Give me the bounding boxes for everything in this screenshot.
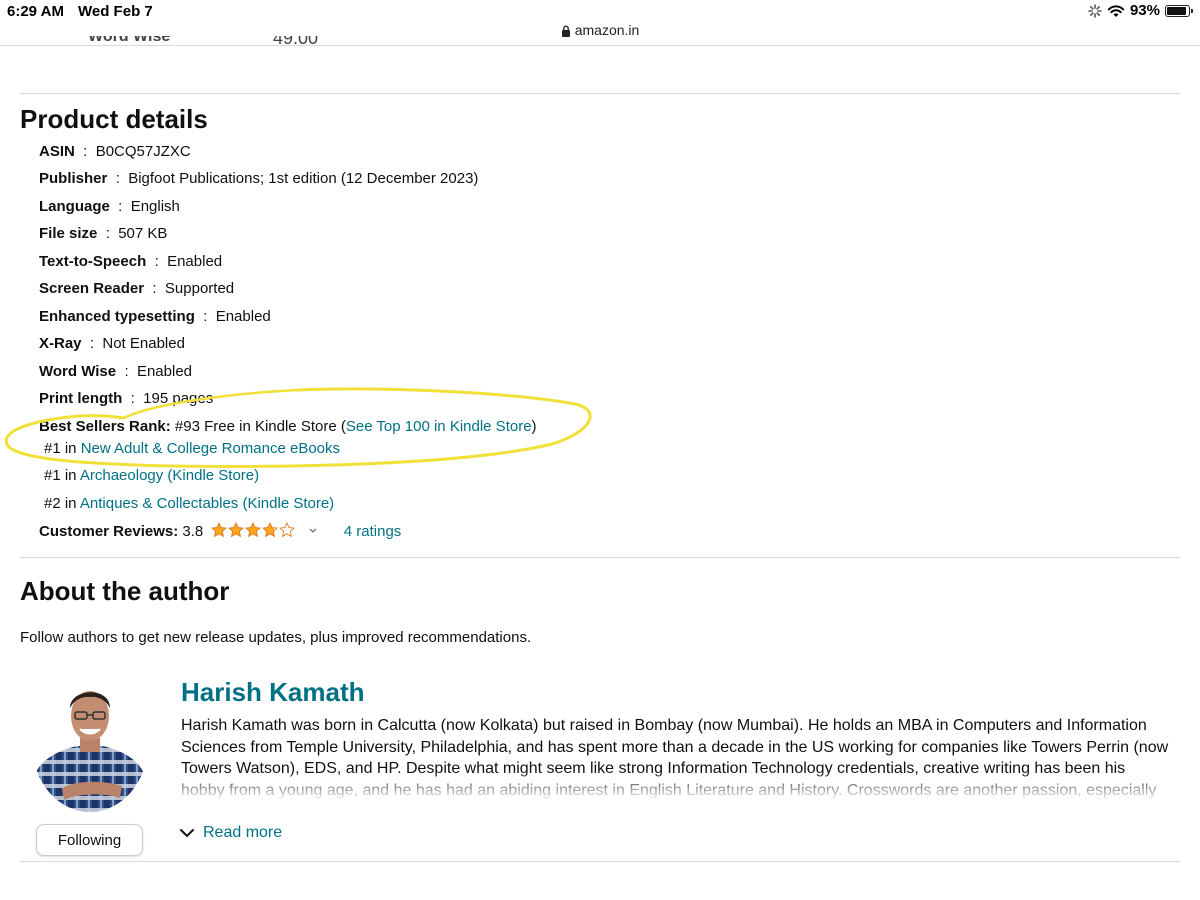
star-icon xyxy=(262,522,279,538)
customer-reviews-row: Customer Reviews: 3.8 4 ratings xyxy=(39,522,401,540)
detail-row: ASIN : B0CQ57JZXC xyxy=(39,143,191,160)
best-sellers-label: Best Sellers Rank: xyxy=(39,418,171,435)
detail-label: ASIN xyxy=(39,143,75,160)
status-time: 6:29 AM xyxy=(7,3,64,20)
detail-label: Word Wise xyxy=(39,363,117,380)
author-photo[interactable] xyxy=(32,676,148,812)
product-details-heading: Product details xyxy=(20,104,208,134)
category-rank: #2 in Antiques & Collectables (Kindle St… xyxy=(44,495,334,512)
status-bar: 6:29 AM Wed Feb 7 93% xyxy=(0,0,1200,24)
detail-row: Language : English xyxy=(39,198,180,215)
rating-value: 3.8 xyxy=(182,523,204,540)
author-name[interactable]: Harish Kamath xyxy=(181,677,365,708)
detail-value: 507 KB xyxy=(118,225,168,242)
battery-icon xyxy=(1165,4,1193,17)
detail-row: Publisher : Bigfoot Publications; 1st ed… xyxy=(39,170,479,187)
lock-icon xyxy=(561,25,570,37)
detail-row: Print length : 195 pages xyxy=(39,390,214,407)
category-rank: #1 in New Adult & College Romance eBooks xyxy=(44,440,340,457)
about-author-heading: About the author xyxy=(20,576,230,606)
chevron-down-icon xyxy=(180,829,194,838)
detail-value: Enabled xyxy=(215,308,271,325)
star-icon xyxy=(211,522,228,538)
category-rank: #1 in Archaeology (Kindle Store) xyxy=(44,467,259,484)
best-sellers-main: #93 Free in Kindle Store ( xyxy=(174,418,346,435)
activity-spinner-icon xyxy=(1088,3,1102,18)
best-sellers-close: ) xyxy=(531,418,537,435)
author-bio: Harish Kamath was born in Calcutta (now … xyxy=(181,715,1171,801)
section-divider xyxy=(20,557,1180,558)
status-date: Wed Feb 7 xyxy=(78,3,153,20)
detail-label: Language xyxy=(39,198,110,215)
star-icon xyxy=(228,522,245,538)
detail-row: Enhanced typesetting : Enabled xyxy=(39,308,271,325)
cutoff-value: 49.00 xyxy=(273,36,319,48)
detail-label: Enhanced typesetting xyxy=(39,308,195,325)
category-link[interactable]: New Adult & College Romance eBooks xyxy=(81,440,340,457)
rank-number: #2 in xyxy=(44,495,77,512)
best-sellers-rank: Best Sellers Rank: #93 Free in Kindle St… xyxy=(39,418,537,435)
detail-row: Text-to-Speech : Enabled xyxy=(39,253,223,270)
detail-value: 195 pages xyxy=(143,390,214,407)
detail-value: English xyxy=(130,198,180,215)
detail-row: Word Wise : Enabled xyxy=(39,363,193,380)
detail-label: Print length xyxy=(39,390,123,407)
star-rating[interactable] xyxy=(211,522,296,538)
customer-reviews-label: Customer Reviews: xyxy=(39,523,179,540)
read-more-label: Read more xyxy=(203,824,283,841)
chevron-down-icon[interactable] xyxy=(308,527,318,535)
following-button[interactable]: Following xyxy=(36,824,143,856)
cutoff-label: Word Wise xyxy=(88,36,171,45)
detail-label: File size xyxy=(39,225,98,242)
status-indicators: 93% xyxy=(1088,2,1193,19)
star-icon xyxy=(245,522,262,538)
cutoff-row: Word Wise 49.00 xyxy=(88,36,348,48)
category-link[interactable]: Antiques & Collectables (Kindle Store) xyxy=(80,495,334,512)
detail-value: Enabled xyxy=(167,253,223,270)
toolbar-divider xyxy=(0,45,1200,46)
read-more-link[interactable]: Read more xyxy=(179,824,282,842)
detail-row: File size : 507 KB xyxy=(39,225,168,242)
detail-value: Bigfoot Publications; 1st edition (12 De… xyxy=(128,170,479,187)
detail-value: Supported xyxy=(164,280,235,297)
wifi-icon xyxy=(1107,4,1125,17)
category-link[interactable]: Archaeology (Kindle Store) xyxy=(80,467,259,484)
ratings-link[interactable]: 4 ratings xyxy=(344,523,402,540)
top-100-link[interactable]: See Top 100 in Kindle Store xyxy=(346,418,532,435)
detail-label: X-Ray xyxy=(39,335,82,352)
detail-label: Screen Reader xyxy=(39,280,145,297)
star-icon xyxy=(279,522,296,538)
detail-row: X-Ray : Not Enabled xyxy=(39,335,185,352)
detail-value: B0CQ57JZXC xyxy=(95,143,191,160)
section-divider xyxy=(20,93,1180,94)
detail-label: Text-to-Speech xyxy=(39,253,147,270)
url-text: amazon.in xyxy=(574,22,640,38)
detail-label: Publisher xyxy=(39,170,108,187)
detail-row: Screen Reader : Supported xyxy=(39,280,235,297)
follow-authors-text: Follow authors to get new release update… xyxy=(20,629,532,646)
rank-number: #1 in xyxy=(44,440,77,457)
battery-percent: 93% xyxy=(1129,2,1160,19)
detail-value: Not Enabled xyxy=(102,335,185,352)
detail-value: Enabled xyxy=(136,363,193,380)
section-divider xyxy=(20,861,1180,862)
rank-number: #1 in xyxy=(44,467,77,484)
